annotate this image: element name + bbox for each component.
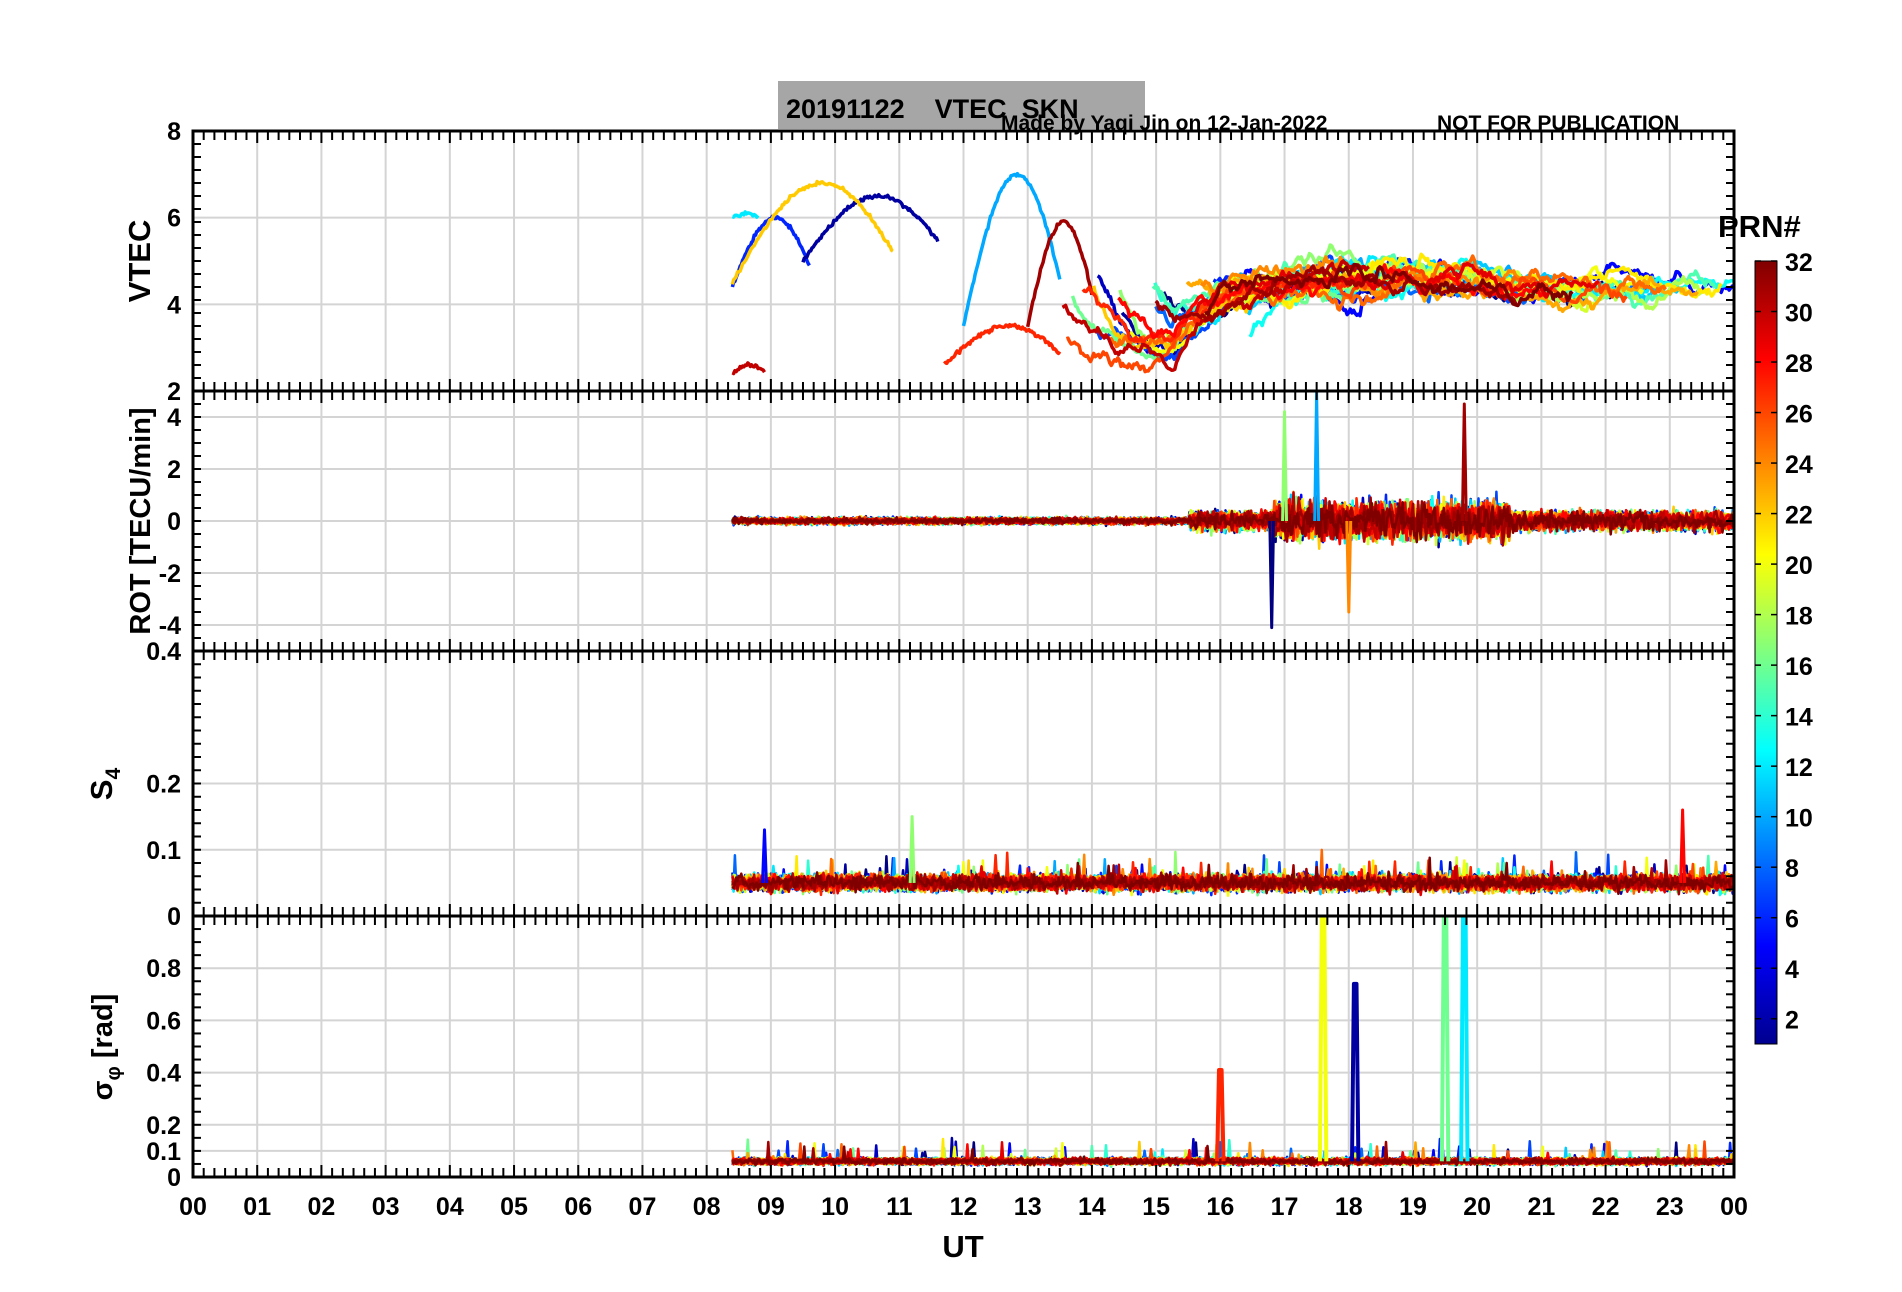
colorbar-tick-label: 10 [1785, 805, 1813, 833]
colorbar-tick-label: 2 [1785, 1007, 1799, 1035]
rot-spike [1460, 402, 1468, 522]
colorbar-tick-label: 22 [1785, 502, 1813, 530]
y-tick-label: 0 [167, 508, 181, 536]
colorbar-tick-label: 20 [1785, 552, 1813, 580]
colorbar-tick-label: 6 [1785, 906, 1799, 934]
y-tick-label: 0.6 [146, 1007, 181, 1035]
vtec-series-line [731, 210, 760, 219]
colorbar-title: PRN# [1718, 209, 1801, 244]
y-tick-label: -2 [159, 560, 181, 588]
y-tick-label: 0.4 [146, 1060, 181, 1088]
rot-ylabel: ROT [TECU/min] [125, 407, 157, 634]
y-tick-label: 2 [167, 456, 181, 484]
y-tick-label: 0.2 [146, 771, 181, 799]
sigma-ylabel: σφ [rad] [87, 994, 125, 1101]
x-axis-label: UT [942, 1229, 983, 1264]
y-tick-label: -4 [159, 612, 181, 640]
x-tick-label: 23 [1656, 1193, 1684, 1221]
vtec-series-line [943, 322, 1062, 366]
x-tick-label: 06 [564, 1193, 592, 1221]
y-tick-label: 0 [167, 1164, 181, 1192]
x-tick-label: 12 [950, 1193, 978, 1221]
colorbar [1754, 260, 1778, 1045]
x-tick-label: 03 [372, 1193, 400, 1221]
x-tick-label: 11 [886, 1193, 913, 1221]
vtec-ylabel: VTEC [122, 220, 157, 303]
y-tick-label: 4 [167, 404, 181, 432]
colorbar-tick-label: 16 [1785, 653, 1813, 681]
y-tick-label: 0.1 [146, 1138, 181, 1166]
x-tick-label: 08 [693, 1193, 721, 1221]
x-tick-label: 13 [1014, 1193, 1042, 1221]
s4-ylabel: S4 [84, 768, 125, 801]
colorbar-tick-label: 18 [1785, 603, 1813, 631]
colorbar-tick-label: 4 [1785, 956, 1799, 984]
x-tick-label: 18 [1335, 1193, 1363, 1221]
y-tick-label: 8 [167, 118, 181, 146]
x-tick-label: 17 [1271, 1193, 1299, 1221]
x-tick-label: 09 [757, 1193, 785, 1221]
colorbar-tick-label: 30 [1785, 300, 1813, 328]
x-tick-label: 00 [1720, 1193, 1748, 1221]
colorbar-tick-label: 14 [1785, 704, 1813, 732]
series-layer [730, 171, 1734, 1168]
vtec-series-line [801, 192, 940, 263]
x-tick-label: 10 [821, 1193, 849, 1221]
vtec-series-line [731, 361, 766, 376]
colorbar-tick-label: 12 [1785, 754, 1813, 782]
x-tick-label: 16 [1206, 1193, 1234, 1221]
y-tick-label: 0.4 [146, 638, 181, 666]
x-tick-label: 05 [500, 1193, 528, 1221]
x-tick-label: 15 [1142, 1193, 1170, 1221]
y-tick-label: 0.1 [146, 837, 181, 865]
y-tick-label: 6 [167, 205, 181, 233]
x-tick-label: 14 [1078, 1193, 1106, 1221]
x-tick-label: 07 [629, 1193, 657, 1221]
colorbar-tick-label: 8 [1785, 855, 1799, 883]
colorbar-tick-label: 26 [1785, 401, 1813, 429]
y-tick-label: 4 [167, 291, 181, 319]
y-tick-label: 0.2 [146, 1112, 181, 1140]
y-tick-label: 0.8 [146, 955, 181, 983]
x-tick-label: 22 [1592, 1193, 1620, 1221]
x-tick-label: 04 [436, 1193, 464, 1221]
x-tick-label: 00 [179, 1193, 207, 1221]
rot-series-line [731, 501, 1734, 544]
x-tick-label: 01 [243, 1193, 271, 1221]
y-tick-label: 2 [167, 378, 181, 406]
x-tick-label: 19 [1399, 1193, 1427, 1221]
x-tick-label: 21 [1527, 1193, 1555, 1221]
figure: 20191122 VTEC SKN Made by Yaqi Jin on 12… [84, 81, 1813, 1264]
s4-spike [1679, 808, 1687, 883]
colorbar-tick-label: 24 [1785, 451, 1813, 479]
x-tick-label: 02 [308, 1193, 336, 1221]
colorbar-tick-label: 32 [1785, 249, 1813, 277]
x-tick-label: 20 [1463, 1193, 1491, 1221]
colorbar-tick-label: 28 [1785, 350, 1813, 378]
y-tick-label: 0 [167, 903, 181, 931]
